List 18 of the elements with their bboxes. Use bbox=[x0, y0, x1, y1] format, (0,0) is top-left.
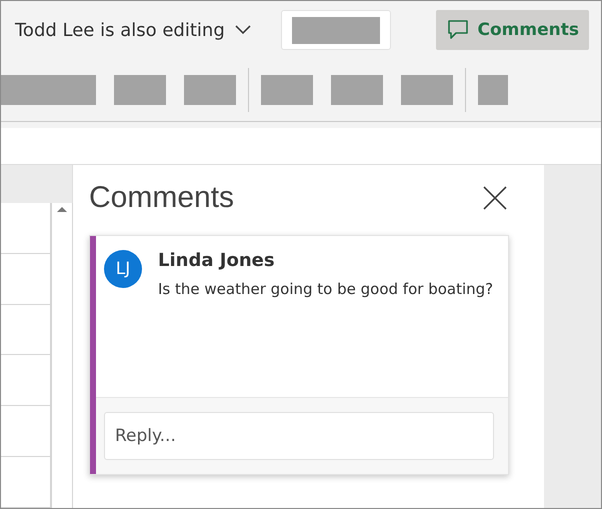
reply-field[interactable]: Reply... bbox=[104, 412, 494, 460]
scroll-up-icon[interactable] bbox=[56, 205, 68, 213]
redacted-block bbox=[478, 75, 508, 105]
redacted-block bbox=[401, 75, 453, 105]
author-name: Linda Jones bbox=[158, 250, 276, 271]
scrollbar[interactable] bbox=[51, 203, 73, 508]
comment-icon bbox=[446, 18, 470, 42]
chevron-down-icon[interactable] bbox=[234, 25, 251, 35]
redacted-block bbox=[261, 75, 313, 105]
comment-text: Is the weather going to be good for boating? bbox=[158, 279, 494, 300]
avatar: LJ bbox=[104, 250, 142, 288]
pane-title: Comments bbox=[89, 181, 234, 215]
coauthor-label: Todd Lee is also editing bbox=[15, 20, 225, 40]
comments-button[interactable]: Comments bbox=[436, 10, 589, 50]
redacted-block bbox=[184, 75, 236, 105]
redacted-block bbox=[331, 75, 383, 105]
close-button[interactable] bbox=[482, 185, 508, 211]
redacted-block bbox=[114, 75, 166, 105]
